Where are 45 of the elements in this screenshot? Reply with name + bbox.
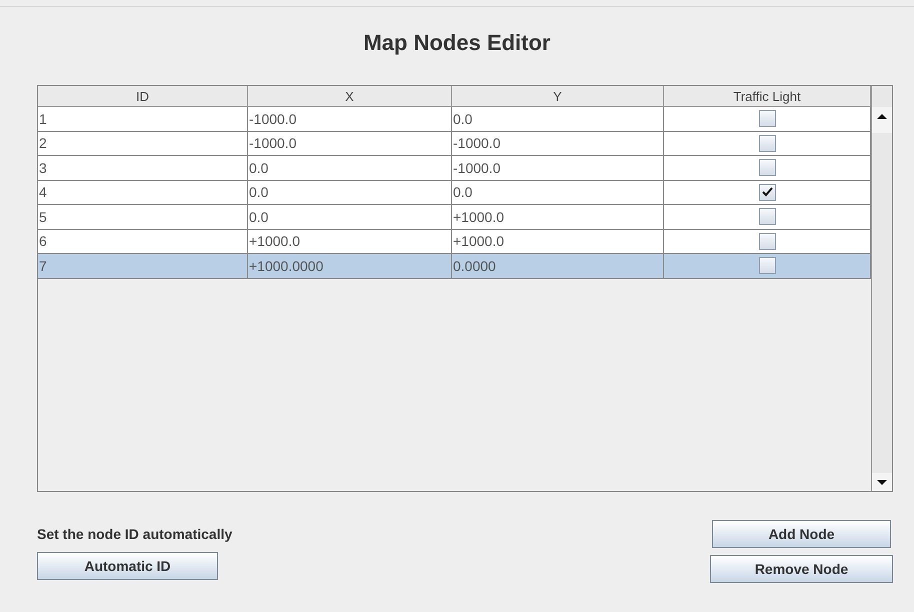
table-cell: +1000.0 <box>453 233 504 250</box>
table-cell: -1000.0 <box>249 135 296 152</box>
column-header[interactable]: Y <box>452 86 664 106</box>
checkbox[interactable] <box>758 257 776 274</box>
automatic-id-button[interactable]: Automatic ID <box>37 552 218 580</box>
table-cell: 2 <box>39 135 47 152</box>
table-cell: 6 <box>39 233 47 250</box>
table-row[interactable]: 5 0.0 +1000.0 <box>38 205 871 230</box>
table-cell: 0.0 <box>249 208 268 225</box>
table-cell: +1000.0000 <box>249 258 324 274</box>
checkbox[interactable] <box>758 159 776 176</box>
table-cell: 0.0 <box>249 184 268 200</box>
table-cell: 4 <box>39 184 47 200</box>
table-row[interactable]: 1 -1000.0 0.0 <box>38 107 871 132</box>
auto-id-label: Set the node ID automatically <box>37 526 232 542</box>
table-row[interactable]: 4 0.0 0.0 <box>38 180 871 205</box>
table-row[interactable]: 7 +1000.0000 0.0000 <box>38 254 871 278</box>
add-node-button[interactable]: Add Node <box>712 520 891 548</box>
table-cell: +1000.0 <box>249 233 300 250</box>
table-cell: +1000.0 <box>453 208 504 225</box>
table-row[interactable]: 3 0.0 -1000.0 <box>38 156 871 180</box>
table-cell: 0.0 <box>453 184 472 200</box>
table-row[interactable]: 6 +1000.0 +1000.0 <box>38 230 871 254</box>
remove-node-button[interactable]: Remove Node <box>710 555 893 583</box>
table-cell: 1 <box>39 110 47 127</box>
table-cell: 7 <box>39 258 47 274</box>
table-cell: -1000.0 <box>453 135 500 152</box>
checkmark-icon <box>762 187 772 198</box>
table-cell: 0.0 <box>453 110 472 127</box>
column-header[interactable]: X <box>248 86 452 106</box>
editor-title: Map Nodes Editor <box>363 29 550 57</box>
scrollbar[interactable] <box>871 86 892 491</box>
table-cell: 3 <box>39 160 47 176</box>
table-row[interactable]: 2 -1000.0 -1000.0 <box>38 132 871 156</box>
checkbox[interactable] <box>758 184 776 201</box>
table-cell: -1000.0 <box>453 160 500 176</box>
checkbox[interactable] <box>758 208 776 226</box>
table-cell: 5 <box>39 208 47 225</box>
checkbox[interactable] <box>758 134 776 152</box>
column-header[interactable]: ID <box>38 86 248 106</box>
checkbox[interactable] <box>758 110 776 128</box>
table-cell: -1000.0 <box>249 110 296 127</box>
table-cell: 0.0000 <box>453 258 496 274</box>
checkbox[interactable] <box>758 232 776 250</box>
table-cell: 0.0 <box>249 160 268 176</box>
